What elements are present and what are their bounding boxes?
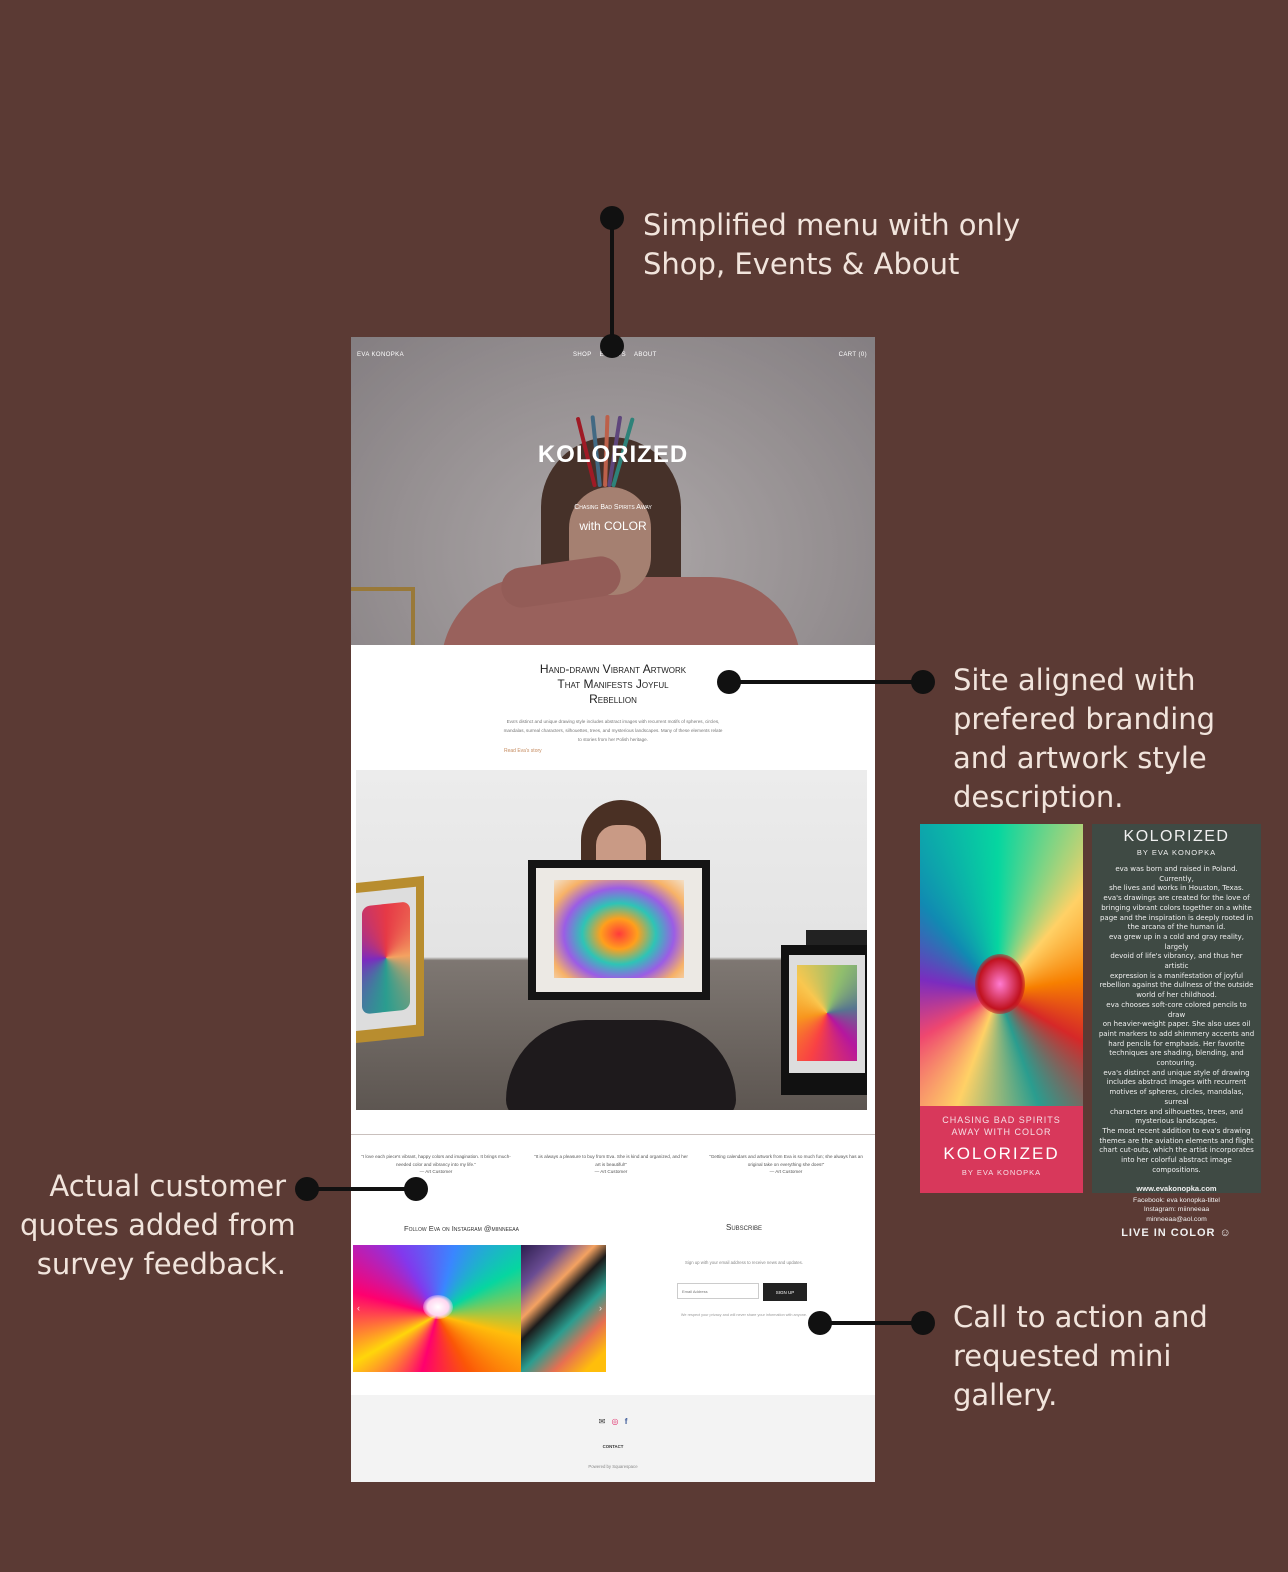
connector-dot	[911, 670, 935, 694]
tagline-line: AWAY WITH COLOR	[951, 1127, 1052, 1137]
intro-body: Eva's distinct and unique drawing style …	[503, 719, 723, 742]
facebook-icon[interactable]: f	[625, 1417, 628, 1426]
brochure-bio: eva was born and raised in Poland. Curre…	[1098, 865, 1255, 1174]
read-story-link[interactable]: Read Eva's story	[504, 748, 542, 754]
nav-item-shop[interactable]: SHOP	[573, 352, 592, 358]
testimonial-text: "It is always a pleasure to buy from Eva…	[534, 1154, 688, 1167]
testimonial-author: — Art Customer	[594, 1169, 628, 1174]
subscribe-form: SIGN UP	[677, 1283, 807, 1301]
email-field[interactable]	[677, 1283, 759, 1299]
brochure-website: www.evakonopka.com	[1136, 1183, 1217, 1193]
connector-line	[820, 1321, 923, 1325]
testimonial: "Getting calendars and artwork from Eva …	[706, 1153, 866, 1176]
annotation-line: quotes added from	[20, 1208, 296, 1242]
annotation-line: description.	[953, 780, 1124, 814]
gallery-image[interactable]	[521, 1245, 606, 1372]
nav-item-about[interactable]: ABOUT	[634, 352, 657, 358]
testimonial-author: — Art Customer	[419, 1169, 453, 1174]
connector-dot	[911, 1311, 935, 1335]
connector-line	[610, 218, 614, 346]
annotation-cta: Call to action and requested mini galler…	[953, 1298, 1208, 1415]
powered-by[interactable]: Powered by Squarespace	[351, 1464, 875, 1469]
chevron-left-icon[interactable]: ‹	[357, 1303, 360, 1313]
brochure-image: CHASING BAD SPIRITS AWAY WITH COLOR KOLO…	[920, 824, 1261, 1239]
testimonial-author: — Art Customer	[769, 1169, 803, 1174]
annotation-branding: Site aligned with prefered branding and …	[953, 661, 1215, 817]
brochure-slogan: LIVE IN COLOR ☺	[1121, 1227, 1232, 1239]
brochure-cover-title: KOLORIZED	[943, 1144, 1060, 1163]
instagram-heading[interactable]: Follow Eva on Instagram @miinneeaa	[404, 1224, 519, 1233]
hero-overlay	[351, 337, 875, 645]
artist-photo	[356, 770, 867, 1110]
right-framed-artwork	[781, 945, 867, 1095]
connector-line	[307, 1187, 416, 1191]
contact-link[interactable]: CONTACT	[351, 1444, 875, 1449]
annotation-line: survey feedback.	[36, 1247, 286, 1281]
annotation-line: gallery.	[953, 1378, 1058, 1412]
annotation-line: Call to action and	[953, 1300, 1208, 1334]
annotation-line: and artwork style	[953, 741, 1207, 775]
intro-heading-line: Hand-drawn Vibrant Artwork	[539, 662, 687, 676]
brochure-title: KOLORIZED	[1123, 828, 1230, 845]
testimonial-text: "I love each piece's vibrant, happy colo…	[361, 1154, 511, 1167]
subscribe-description: Sign up with your email address to recei…	[685, 1260, 803, 1265]
annotation-line: Site aligned with	[953, 663, 1196, 697]
hero-subtitle: Chasing Bad Spirits Away	[574, 504, 652, 511]
site-logo[interactable]: EVA KONOPKA	[357, 352, 404, 358]
annotation-menu: Simplified menu with only Shop, Events &…	[643, 206, 1020, 284]
annotation-line: requested mini	[953, 1339, 1172, 1373]
website-mockup: EVA KONOPKA SHOP EVENTS ABOUT CART (0) K…	[351, 337, 875, 1482]
chevron-right-icon[interactable]: ›	[599, 1303, 602, 1313]
mail-icon[interactable]: ✉	[599, 1417, 606, 1426]
cart-link[interactable]: CART (0)	[839, 352, 867, 358]
hero-section: EVA KONOPKA SHOP EVENTS ABOUT CART (0) K…	[351, 337, 875, 645]
signup-button[interactable]: SIGN UP	[763, 1283, 807, 1301]
instagram-icon[interactable]: ◎	[612, 1417, 619, 1426]
annotation-quotes: Actual customer quotes added from survey…	[20, 1167, 296, 1284]
connector-line	[729, 680, 923, 684]
brochure-tagline: CHASING BAD SPIRITS AWAY WITH COLOR	[920, 1114, 1083, 1138]
connector-dot	[717, 670, 741, 694]
brochure-back: KOLORIZED BY EVA KONOPKA eva was born an…	[1092, 824, 1261, 1239]
artist-face	[596, 825, 646, 865]
testimonial: "It is always a pleasure to buy from Eva…	[531, 1153, 691, 1176]
brochure-byline: BY EVA KONOPKA	[1136, 848, 1217, 857]
annotation-line: Simplified menu with only	[643, 208, 1021, 242]
testimonial: "I love each piece's vibrant, happy colo…	[356, 1153, 516, 1176]
social-icons: ✉ ◎ f	[351, 1417, 875, 1426]
connector-dot	[404, 1177, 428, 1201]
intro-heading-line: Rebellion	[589, 692, 637, 706]
hero-subtitle-2: with COLOR	[579, 519, 647, 533]
intro-section: Hand-drawn Vibrant Artwork That Manifest…	[351, 662, 875, 754]
brochure-artwork	[920, 824, 1083, 1106]
tagline-line: CHASING BAD SPIRITS	[942, 1115, 1061, 1125]
section-divider	[351, 1134, 875, 1135]
brochure-cover-by: BY EVA KONOPKA	[961, 1168, 1042, 1177]
gallery-image[interactable]	[353, 1245, 521, 1372]
subscribe-block: Subscribe Sign up with your email addres…	[619, 1223, 869, 1317]
hero-title: KOLORIZED	[537, 441, 689, 468]
brochure-cover: CHASING BAD SPIRITS AWAY WITH COLOR KOLO…	[920, 1106, 1083, 1193]
intro-heading: Hand-drawn Vibrant Artwork That Manifest…	[351, 662, 875, 707]
brochure-social: Facebook: eva konopka-tittel Instagram: …	[1133, 1196, 1220, 1223]
subscribe-title: Subscribe	[725, 1223, 762, 1232]
annotation-line: Shop, Events & About	[643, 247, 960, 281]
artist-legs	[506, 1020, 736, 1110]
site-footer: ✉ ◎ f CONTACT Powered by Squarespace	[351, 1395, 875, 1482]
connector-dot	[600, 334, 624, 358]
instagram-gallery[interactable]: ‹ ›	[353, 1245, 606, 1372]
annotation-line: prefered branding	[953, 702, 1216, 736]
connector-dot	[600, 206, 624, 230]
connector-dot	[295, 1177, 319, 1201]
privacy-note: We respect your privacy and will never s…	[680, 1313, 808, 1317]
held-framed-artwork	[528, 860, 710, 1000]
testimonial-text: "Getting calendars and artwork from Eva …	[709, 1154, 863, 1167]
connector-dot	[808, 1311, 832, 1335]
left-framed-artwork	[356, 875, 424, 1045]
annotation-line: Actual customer	[49, 1169, 286, 1203]
